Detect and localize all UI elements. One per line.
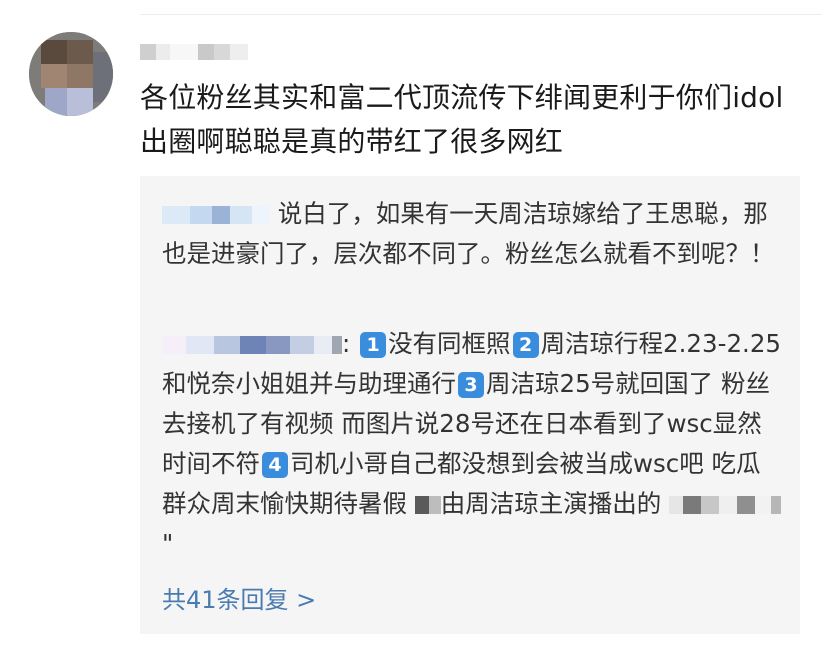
username-blurred[interactable] xyxy=(140,44,248,64)
reply-segment: 由周洁琼主演播出的 xyxy=(440,489,662,518)
reply-username-blurred[interactable] xyxy=(162,329,342,358)
number-1-emoji: 1 xyxy=(360,332,387,358)
reply-username-blurred[interactable] xyxy=(162,199,270,228)
blurred-title xyxy=(414,489,441,518)
blurred-link[interactable] xyxy=(669,489,782,518)
comment-text: 各位粉丝其实和富二代顶流传下绯闻更利于你们idol出圈啊聪聪是真的带红了很多网红 xyxy=(140,81,784,158)
reply-item[interactable]: 说白了，如果有一天周洁琼嫁给了王思聪，那也是进豪门了，层次都不同了。粉丝怎么就看… xyxy=(162,194,782,274)
reply-segment: 没有同框照 xyxy=(388,329,511,358)
reply-colon: : xyxy=(342,329,351,358)
number-4-emoji: 4 xyxy=(262,452,288,478)
reply-tail: " xyxy=(162,529,174,558)
replies-panel: 说白了，如果有一天周洁琼嫁给了王思聪，那也是进豪门了，层次都不同了。粉丝怎么就看… xyxy=(140,176,800,634)
top-divider xyxy=(140,14,822,15)
reply-item[interactable]: : 1 没有同框照 2 周洁琼行程2.23-2.25和悦奈小姐姐并与助理通行 3 周洁琼2… xyxy=(162,324,782,564)
number-3-emoji: 3 xyxy=(458,372,484,398)
avatar[interactable] xyxy=(29,32,113,116)
more-replies-link[interactable]: 共41条回复 > xyxy=(162,580,316,620)
number-2-emoji: 2 xyxy=(512,332,539,358)
